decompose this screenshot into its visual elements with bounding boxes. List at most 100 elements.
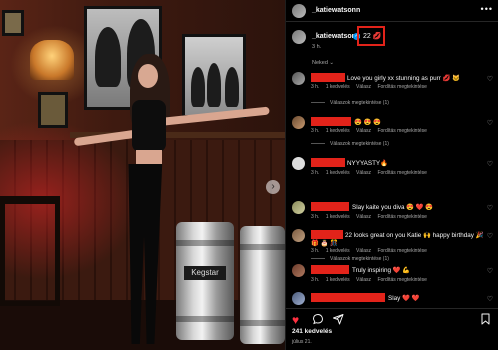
post-header: _katiewatsonn ••• <box>286 0 498 22</box>
small-frame <box>38 92 68 128</box>
comment-time: 3 h. <box>311 214 320 220</box>
like-comment-icon[interactable]: ♡ <box>487 232 493 240</box>
avatar[interactable] <box>292 201 305 214</box>
beer-keg: Kegstar <box>176 222 234 340</box>
poster-figure <box>95 27 121 87</box>
carousel-next-button[interactable]: › <box>266 180 280 194</box>
comment-likes[interactable]: 1 kedvelés <box>326 170 350 176</box>
poster-figure <box>207 63 221 107</box>
avatar[interactable] <box>292 72 305 85</box>
band-poster <box>182 34 246 118</box>
comment-icon-svg <box>312 313 324 325</box>
translate-link[interactable]: Fordítás megtekintése <box>377 214 426 220</box>
comment-meta: 3 h. 1 kedvelés Válasz Fordítás megtekin… <box>311 170 432 176</box>
heart-filled-icon[interactable]: ♥ <box>292 313 299 327</box>
avatar[interactable] <box>292 229 305 242</box>
like-comment-icon[interactable]: ♡ <box>487 204 493 212</box>
wall-lamp <box>30 40 74 80</box>
comment-likes[interactable]: 1 kedvelés <box>326 277 350 283</box>
view-replies-label[interactable]: Válaszok megtekintése (1) <box>330 141 389 147</box>
comment-text: 22 looks great on you Katie 🙌 happy birt… <box>345 232 484 239</box>
view-replies-label[interactable]: Válaszok megtekintése (1) <box>330 256 389 262</box>
comment-text: 😍 😍 😍 <box>354 119 382 126</box>
comment-likes[interactable]: 1 kedvelés <box>326 128 350 134</box>
comment-likes[interactable]: 1 kedvelés <box>326 84 350 90</box>
translate-link[interactable]: Fordítás megtekintése <box>377 170 426 176</box>
redacted-username[interactable] <box>311 293 385 302</box>
comment-text: Slay ❤️ ❤️ <box>388 295 420 302</box>
comment-time: 3 h. <box>311 84 320 90</box>
comment-meta: 3 h. 1 kedvelés Válasz Fordítás megtekin… <box>311 128 432 134</box>
bookmark-icon-svg <box>481 313 490 325</box>
avatar[interactable] <box>292 157 305 170</box>
comment-meta: 3 h. 1 kedvelés Válasz Fordítás megtekin… <box>311 248 432 254</box>
redacted-username[interactable] <box>311 202 349 211</box>
translate-link[interactable]: Fordítás megtekintése <box>377 84 426 90</box>
more-horizontal-icon[interactable]: ••• <box>481 4 493 14</box>
comment-time: 3 h. <box>311 277 320 283</box>
reply-button[interactable]: Válasz <box>356 84 371 90</box>
like-comment-icon[interactable]: ♡ <box>487 119 493 127</box>
avatar[interactable] <box>292 292 305 305</box>
comment-likes[interactable]: 1 kedvelés <box>326 214 350 220</box>
share-icon[interactable] <box>332 313 344 328</box>
divider <box>311 143 325 145</box>
avatar[interactable] <box>292 264 305 277</box>
reply-button[interactable]: Válasz <box>356 170 371 176</box>
post-side-panel: _katiewatsonn ••• _katiewatsonn ✓ 22 💋 3… <box>285 0 498 350</box>
avatar[interactable] <box>292 4 306 18</box>
translate-link[interactable]: Fordítás megtekintése <box>377 277 426 283</box>
person-midriff <box>136 150 162 166</box>
comment-text: NYYYASTY🔥 <box>347 160 388 167</box>
caption-timestamp: 3 h. <box>312 44 322 50</box>
view-replies-link[interactable]: Válaszok megtekintése (1) <box>311 256 389 262</box>
post-actions-bar: ♥ <box>286 308 498 328</box>
person-face <box>138 64 158 88</box>
redacted-username[interactable] <box>311 265 349 274</box>
poster-figure <box>225 67 239 107</box>
post-caption: _katiewatsonn ✓ 22 💋 3 h. <box>286 26 498 56</box>
view-replies-link[interactable]: Válaszok megtekintése (1) <box>311 100 389 106</box>
reply-button[interactable]: Válasz <box>356 248 371 254</box>
like-comment-icon[interactable]: ♡ <box>487 295 493 303</box>
comment-time: 3 h. <box>311 128 320 134</box>
comment-meta: 3 h. 1 kedvelés Válasz Fordítás megtekin… <box>311 214 432 220</box>
avatar[interactable] <box>292 30 306 44</box>
comment-time: 3 h. <box>311 248 320 254</box>
divider <box>311 258 325 260</box>
avatar[interactable] <box>292 116 305 129</box>
comment-icon[interactable] <box>312 313 324 328</box>
bar-chair <box>0 196 60 306</box>
divider <box>311 102 325 104</box>
reply-button[interactable]: Válasz <box>356 128 371 134</box>
comment-text: Truly inspiring ❤️ 💪 <box>352 267 411 274</box>
comment-meta: 3 h. 1 kedvelés Válasz Fordítás megtekin… <box>311 84 432 90</box>
like-comment-icon[interactable]: ♡ <box>487 75 493 83</box>
poster-figure <box>191 67 205 107</box>
reply-button[interactable]: Válasz <box>356 214 371 220</box>
redacted-username[interactable] <box>311 230 343 239</box>
bookmark-icon[interactable] <box>480 313 491 328</box>
redacted-username[interactable] <box>311 117 351 126</box>
share-icon-svg <box>333 314 344 325</box>
redacted-username[interactable] <box>311 73 345 82</box>
comment-text: Slay kaite you diva 😍 ❤️ 😍 <box>352 204 434 211</box>
header-username[interactable]: _katiewatsonn <box>312 7 360 14</box>
comment-likes[interactable]: 1 kedvelés <box>326 248 350 254</box>
translate-link[interactable]: Fordítás megtekintése <box>377 128 426 134</box>
post-photo[interactable]: Kegstar › <box>0 0 285 350</box>
likes-count[interactable]: 241 kedvelés <box>292 328 332 335</box>
comment-filter-dropdown[interactable]: Neked ⌄ <box>312 60 334 66</box>
small-frame <box>2 10 24 36</box>
beer-keg <box>240 226 285 344</box>
comment-text: Love you girly xx stunning as purr 💋 🐱 <box>347 75 460 82</box>
view-replies-label[interactable]: Válaszok megtekintése (1) <box>330 100 389 106</box>
translate-link[interactable]: Fordítás megtekintése <box>377 248 426 254</box>
like-comment-icon[interactable]: ♡ <box>487 267 493 275</box>
view-replies-link[interactable]: Válaszok megtekintése (1) <box>311 141 389 147</box>
like-comment-icon[interactable]: ♡ <box>487 160 493 168</box>
post-date: július 21. <box>292 339 312 345</box>
redacted-username[interactable] <box>311 158 345 167</box>
reply-button[interactable]: Válasz <box>356 277 371 283</box>
comment-text-continued: 🎁 🎂 🎊 <box>311 240 339 247</box>
